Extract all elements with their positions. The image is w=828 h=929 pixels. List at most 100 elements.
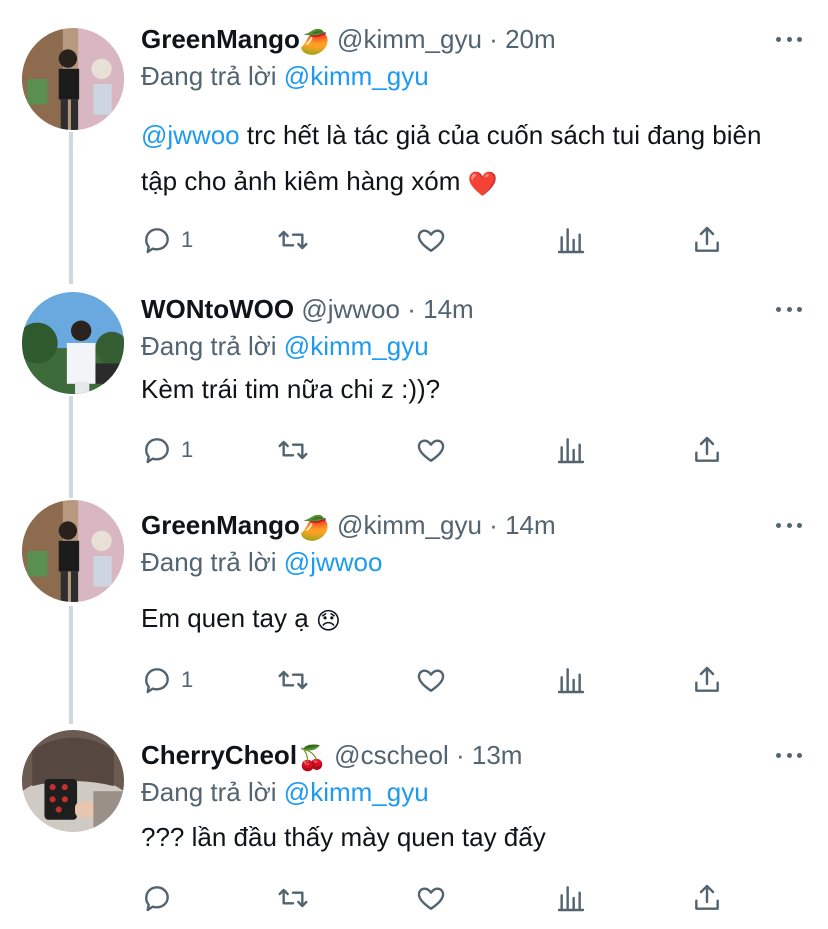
- retweet-button[interactable]: [277, 662, 309, 698]
- like-icon: [417, 229, 445, 252]
- tweet-text: @jwwoo trc hết là tác giả của cuốn sách …: [141, 112, 801, 208]
- tweet-text: Kèm trái tim nữa chi z :))?: [141, 366, 801, 412]
- timestamp[interactable]: 20m: [505, 24, 556, 54]
- share-button[interactable]: [691, 662, 723, 698]
- replying-to-label: Đang trả lời: [141, 331, 277, 361]
- separator-dot: ·: [489, 510, 498, 540]
- action-bar: 1: [141, 432, 741, 468]
- handle[interactable]: @kimm_gyu: [337, 510, 482, 540]
- reply-button[interactable]: [141, 880, 181, 916]
- timestamp[interactable]: 13m: [472, 740, 523, 770]
- like-button[interactable]: [415, 662, 447, 698]
- share-button[interactable]: [691, 432, 723, 468]
- retweet-button[interactable]: [277, 432, 309, 468]
- avatar[interactable]: [22, 28, 124, 130]
- separator-dot: ·: [489, 24, 498, 54]
- reply-icon: [145, 438, 169, 464]
- analytics-icon: [557, 668, 585, 694]
- reply-icon: [145, 886, 169, 912]
- like-icon: [417, 439, 445, 462]
- share-button[interactable]: [691, 222, 723, 258]
- share-icon: [695, 884, 719, 910]
- reply-count: 1: [181, 227, 194, 252]
- disappointed-emoji: 😞: [315, 608, 341, 635]
- tweet[interactable]: WONtoWOO @jwwoo · 14m Đang trả lời @kimm…: [0, 270, 828, 490]
- replying-to: Đang trả lời @kimm_gyu: [141, 329, 429, 363]
- tweet-header: GreenMango🥭 @kimm_gyu · 14m: [141, 508, 556, 546]
- like-button[interactable]: [415, 222, 447, 258]
- display-name[interactable]: GreenMango: [141, 510, 300, 540]
- replying-to: Đang trả lời @jwwoo: [141, 545, 382, 579]
- analytics-icon: [557, 438, 585, 464]
- like-icon: [417, 669, 445, 692]
- timestamp[interactable]: 14m: [423, 294, 474, 324]
- share-button[interactable]: [691, 880, 723, 916]
- more-icon[interactable]: [776, 750, 802, 760]
- like-button[interactable]: [415, 880, 447, 916]
- action-bar: 1: [141, 662, 741, 698]
- tweet[interactable]: CherryCheol🍒 @cscheol · 13m Đang trả lời…: [0, 710, 828, 929]
- separator-dot: ·: [455, 740, 465, 770]
- retweet-icon: [278, 440, 308, 460]
- mention-link[interactable]: @jwwoo: [141, 120, 240, 150]
- name-emoji: 🍒: [297, 745, 327, 772]
- replying-to-label: Đang trả lời: [141, 547, 277, 577]
- action-bar: [141, 880, 741, 916]
- replying-to-mention[interactable]: @kimm_gyu: [284, 61, 429, 91]
- display-name[interactable]: CherryCheol: [141, 740, 297, 770]
- replying-to-mention[interactable]: @jwwoo: [284, 547, 383, 577]
- more-icon[interactable]: [776, 34, 802, 44]
- tweet-text-content: Kèm trái tim nữa chi z :))?: [141, 374, 441, 404]
- reply-button[interactable]: 1: [141, 662, 193, 698]
- replying-to-mention[interactable]: @kimm_gyu: [284, 777, 429, 807]
- heart-emoji: ❤️: [467, 171, 498, 198]
- more-icon[interactable]: [776, 304, 802, 314]
- like-button[interactable]: [415, 432, 447, 468]
- analytics-icon: [557, 228, 585, 254]
- avatar[interactable]: [22, 730, 124, 832]
- more-icon[interactable]: [776, 520, 802, 530]
- tweet-text-content: ??? lần đầu thấy mày quen tay đấy: [141, 822, 546, 852]
- action-bar: 1: [141, 222, 741, 258]
- reply-button[interactable]: 1: [141, 432, 193, 468]
- tweet[interactable]: GreenMango🥭 @kimm_gyu · 14m Đang trả lời…: [0, 480, 828, 710]
- tweet-header: CherryCheol🍒 @cscheol · 13m: [141, 738, 522, 776]
- analytics-button[interactable]: [555, 432, 587, 468]
- replying-to-label: Đang trả lời: [141, 61, 277, 91]
- reply-icon: [145, 668, 169, 694]
- replying-to: Đang trả lời @kimm_gyu: [141, 775, 429, 809]
- replying-to: Đang trả lời @kimm_gyu: [141, 59, 429, 93]
- reply-count: 1: [181, 437, 194, 462]
- reply-count: 1: [181, 667, 194, 692]
- reply-button[interactable]: 1: [141, 222, 193, 258]
- retweet-icon: [278, 888, 308, 908]
- share-icon: [695, 226, 719, 252]
- reply-icon: [145, 228, 169, 254]
- retweet-icon: [278, 670, 308, 690]
- name-emoji: 🥭: [299, 515, 330, 542]
- display-name[interactable]: WONtoWOO: [141, 294, 294, 324]
- display-name[interactable]: GreenMango: [141, 24, 300, 54]
- tweet-header: GreenMango🥭 @kimm_gyu · 20m: [141, 22, 556, 60]
- analytics-button[interactable]: [555, 880, 587, 916]
- analytics-icon: [557, 886, 585, 912]
- handle[interactable]: @cscheol: [334, 740, 449, 770]
- tweet[interactable]: GreenMango🥭 @kimm_gyu · 20m Đang trả lời…: [0, 0, 828, 280]
- tweet-text: Em quen tay ạ 😞: [141, 595, 801, 645]
- retweet-icon: [278, 230, 308, 250]
- analytics-button[interactable]: [555, 662, 587, 698]
- tweet-text: ??? lần đầu thấy mày quen tay đấy: [141, 814, 801, 860]
- share-icon: [695, 666, 719, 692]
- timestamp[interactable]: 14m: [505, 510, 556, 540]
- replying-to-mention[interactable]: @kimm_gyu: [284, 331, 429, 361]
- name-emoji: 🥭: [299, 29, 330, 56]
- share-icon: [695, 436, 719, 462]
- tweet-text-content: Em quen tay ạ: [141, 603, 316, 633]
- handle[interactable]: @kimm_gyu: [337, 24, 482, 54]
- avatar[interactable]: [22, 292, 124, 394]
- retweet-button[interactable]: [277, 880, 309, 916]
- analytics-button[interactable]: [555, 222, 587, 258]
- avatar[interactable]: [22, 500, 124, 602]
- retweet-button[interactable]: [277, 222, 309, 258]
- handle[interactable]: @jwwoo: [301, 294, 400, 324]
